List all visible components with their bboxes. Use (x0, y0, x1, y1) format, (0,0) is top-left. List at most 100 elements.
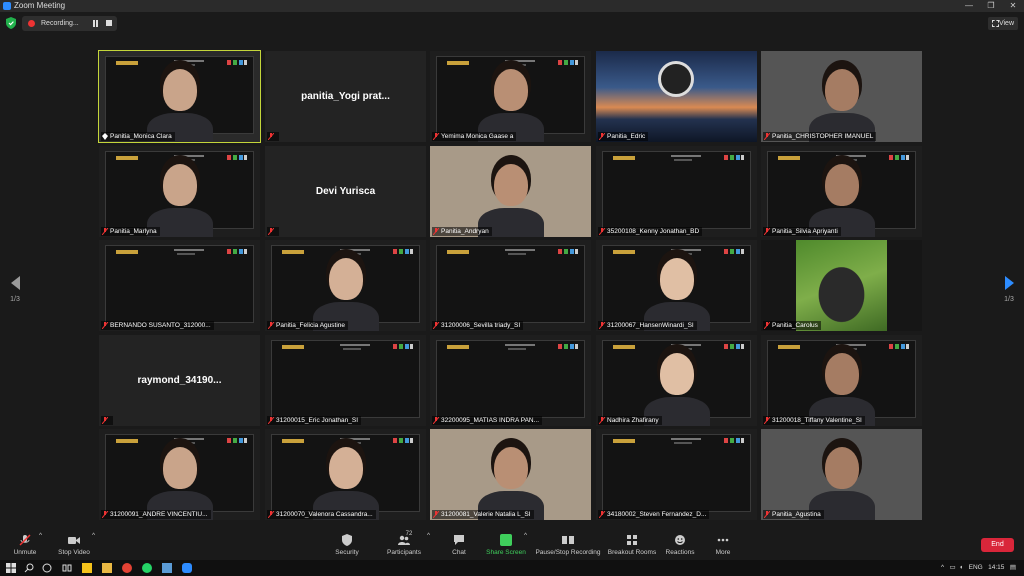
more-label: More (715, 549, 731, 556)
participant-tile[interactable]: panitia_Yogi prat... (265, 51, 426, 142)
participant-name: 31200081_Valerie Natalia L_SI (441, 511, 531, 518)
pause-stop-recording-button[interactable]: Pause/Stop Recording (535, 532, 601, 560)
file-explorer-icon[interactable] (102, 563, 112, 573)
participant-name: Panitia_Silvia Apriyanti (772, 228, 838, 235)
encryption-shield-icon[interactable] (6, 17, 16, 29)
participant-tile[interactable]: Nadhira Zhafirany (596, 335, 757, 426)
clock[interactable]: 14:15 (988, 564, 1004, 571)
participant-tile[interactable]: Panitia_Andryan (430, 146, 591, 237)
next-page-button[interactable]: 1/3 (997, 276, 1021, 303)
muted-mic-icon (433, 322, 439, 329)
unmute-label: Unmute (13, 549, 37, 556)
task-view-icon[interactable] (62, 563, 72, 573)
previous-page-button[interactable]: 1/3 (3, 276, 27, 303)
participant-tile[interactable]: 31200091_ANDRE VINCENTIU... (99, 429, 260, 520)
pause-stop-icon (562, 536, 574, 544)
windows-start-icon[interactable] (6, 563, 16, 573)
participant-tile[interactable]: Panitia_Marlyna (99, 146, 260, 237)
participant-tile[interactable]: 31200067_HansenWinardi_SI (596, 240, 757, 331)
participants-label: Participants (387, 549, 421, 556)
security-button[interactable]: Security (331, 532, 363, 560)
share-screen-button[interactable]: Share Screen (485, 532, 527, 560)
chat-button[interactable]: Chat (447, 532, 471, 560)
meeting-controls-toolbar: Unmute ^ Stop Video ^ Security 72 Partic… (0, 530, 1024, 560)
participants-options-caret-icon[interactable]: ^ (427, 532, 430, 560)
participant-name: 32200095_MATIAS INDRA PAN... (441, 417, 540, 424)
muted-mic-icon (599, 228, 605, 235)
participant-video (761, 146, 922, 237)
participant-face (825, 69, 859, 111)
pause-recording-icon[interactable] (92, 20, 99, 27)
breakout-rooms-icon (627, 535, 637, 545)
participant-tile[interactable]: 31200081_Valerie Natalia L_SI (430, 429, 591, 520)
participant-tile[interactable]: 31200015_Eric Jonathan_SI (265, 335, 426, 426)
audio-options-caret-icon[interactable]: ^ (39, 532, 42, 560)
participant-face (163, 69, 197, 111)
tray-arrow-icon[interactable]: ^ (941, 564, 944, 571)
participant-tile[interactable]: Panitia_Silvia Apriyanti (761, 146, 922, 237)
muted-mic-icon (764, 133, 770, 140)
close-button[interactable]: ✕ (1002, 0, 1024, 12)
reactions-button[interactable]: Reactions (665, 532, 695, 560)
search-icon[interactable] (24, 563, 34, 573)
obs-logo-icon (658, 61, 694, 97)
participant-face (494, 164, 528, 206)
participants-button[interactable]: 72 Participants (383, 531, 425, 560)
minimize-button[interactable]: — (958, 0, 980, 12)
end-meeting-button[interactable]: End (981, 538, 1014, 552)
participant-name: 31200018_Tiffany Valentine_SI (772, 417, 862, 424)
participant-tile[interactable]: Panitia_CHRISTOPHER IMANUEL (761, 51, 922, 142)
participant-tile[interactable]: Panitia_Edric (596, 51, 757, 142)
cortana-icon[interactable] (42, 563, 52, 573)
zoom-taskbar-icon[interactable] (182, 563, 192, 573)
video-options-caret-icon[interactable]: ^ (92, 532, 95, 560)
participant-tile[interactable]: Panitia_Carolus (761, 240, 922, 331)
video-camera-icon (68, 537, 80, 544)
sticky-notes-icon[interactable] (82, 563, 92, 573)
participant-video (761, 335, 922, 426)
chat-label: Chat (452, 549, 466, 556)
participant-tile[interactable]: raymond_34190... (99, 335, 260, 426)
participant-tile[interactable]: BERNANDO SUSANTO_312000... (99, 240, 260, 331)
notepad-icon[interactable] (162, 563, 172, 573)
system-tray: ^ ▭ ◖ ENG 14:15 ▤ (941, 560, 1016, 576)
participant-tile[interactable]: Yemima Monica Gaase a (430, 51, 591, 142)
chrome-icon[interactable] (122, 563, 132, 573)
participant-tile[interactable]: Panitia_Agustina (761, 429, 922, 520)
muted-mic-icon (764, 322, 770, 329)
whatsapp-icon[interactable] (142, 563, 152, 573)
participant-display-name: raymond_34190... (137, 375, 222, 386)
participant-tile[interactable]: 31200006_Sevilla triady_SI (430, 240, 591, 331)
participant-tile[interactable]: 31200070_Valenora Cassandra... (265, 429, 426, 520)
stop-recording-icon[interactable] (106, 20, 112, 26)
participant-tile[interactable]: Devi Yurisca (265, 146, 426, 237)
recording-dot-icon (28, 20, 35, 27)
breakout-rooms-button[interactable]: Breakout Rooms (607, 532, 657, 560)
network-icon[interactable]: ▭ (949, 564, 955, 571)
participant-name-label: BERNANDO SUSANTO_312000... (101, 321, 214, 330)
more-button[interactable]: More (711, 532, 735, 560)
muted-mic-icon (268, 228, 274, 235)
language-indicator[interactable]: ENG (969, 564, 983, 571)
participant-video (99, 240, 260, 331)
participant-count-badge: 72 (405, 531, 413, 537)
participant-face (494, 447, 528, 489)
unmute-button[interactable]: Unmute (8, 532, 42, 560)
participant-name-label: Panitia_Andryan (432, 227, 492, 236)
notifications-icon[interactable]: ▤ (1010, 564, 1016, 571)
participant-tile[interactable]: Panitia_Monica Clara (98, 50, 261, 143)
view-button[interactable]: View (988, 17, 1018, 30)
participant-video (596, 51, 757, 142)
share-options-caret-icon[interactable]: ^ (524, 532, 527, 560)
volume-icon[interactable]: ◖ (959, 564, 963, 571)
participant-tile[interactable]: 32200095_MATIAS INDRA PAN... (430, 335, 591, 426)
participant-face (329, 258, 363, 300)
stop-video-button[interactable]: Stop Video (54, 532, 94, 560)
participant-tile[interactable]: Panitia_Felicia Agustine (265, 240, 426, 331)
participant-tile[interactable]: 34180002_Steven Fernandez_D... (596, 429, 757, 520)
participant-name-label: 31200081_Valerie Natalia L_SI (432, 510, 534, 519)
participant-tile[interactable]: 31200018_Tiffany Valentine_SI (761, 335, 922, 426)
participant-face (825, 164, 859, 206)
maximize-button[interactable]: ❐ (980, 0, 1002, 12)
participant-tile[interactable]: 35200108_Kenny Jonathan_BD (596, 146, 757, 237)
